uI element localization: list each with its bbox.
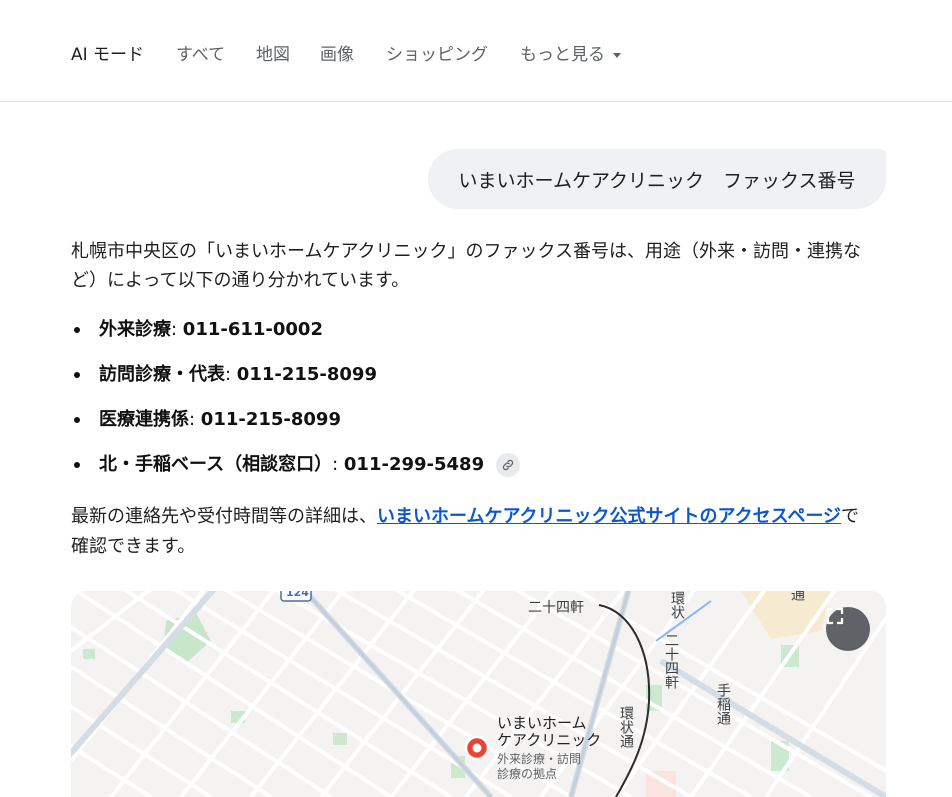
- station-label: 二十四軒: [528, 600, 584, 616]
- park-area: [333, 733, 347, 745]
- tab-all[interactable]: すべて: [176, 40, 225, 65]
- street-label: 手稲通: [715, 683, 731, 725]
- street-label: 環状: [669, 591, 685, 619]
- user-query-bubble: いまいホームケアクリニック ファックス番号: [428, 149, 886, 209]
- answer-outro: 最新の連絡先や受付時間等の詳細は、いまいホームケアクリニック公式サイトのアクセス…: [71, 502, 876, 562]
- fax-label: 医療連携係: [99, 409, 189, 430]
- fax-number: 011-611-0002: [182, 319, 323, 340]
- map-pin-icon: [464, 735, 490, 761]
- list-item: 訪問診療・代表: 011-215-8099: [71, 361, 871, 406]
- link-icon: [503, 459, 514, 471]
- caret-down-icon: [613, 52, 621, 58]
- fax-number: 011-215-8099: [200, 409, 341, 430]
- expand-icon: [826, 607, 844, 625]
- fax-separator: :: [171, 319, 183, 340]
- map-canvas[interactable]: [71, 591, 886, 797]
- park-area: [83, 649, 95, 659]
- fax-separator: :: [189, 409, 201, 430]
- route-badge-label: 124: [286, 591, 309, 599]
- clinic-map-label[interactable]: いまいホーム ケアクリニック: [497, 715, 601, 749]
- fax-label: 北・手稲ベース（相談窓口）: [99, 454, 333, 475]
- street-label: 通: [789, 591, 805, 601]
- list-item: 医療連携係: 011-215-8099: [71, 406, 871, 451]
- fax-label: 訪問診療・代表: [99, 364, 225, 385]
- fax-separator: :: [225, 364, 237, 385]
- tab-more[interactable]: もっと見る: [520, 40, 621, 65]
- list-item: 外来診療: 011-611-0002: [71, 316, 871, 361]
- fax-number: 011-215-8099: [236, 364, 377, 385]
- street-label: 環状通: [618, 706, 634, 748]
- expand-map-button[interactable]: [826, 607, 870, 651]
- search-tabs-bar: AI モード すべて 地図 画像 ショッピング もっと見る: [0, 0, 952, 102]
- street-label: 二十四軒: [663, 633, 679, 689]
- tab-maps[interactable]: 地図: [256, 40, 290, 65]
- fax-number: 011-299-5489: [343, 454, 485, 475]
- map-panel[interactable]: 124 二十四軒 二十四軒 手稲通 環状通 環状 通 いまいホーム ケアクリニッ…: [71, 591, 886, 797]
- tab-images[interactable]: 画像: [320, 40, 354, 65]
- list-item: 北・手稲ベース（相談窓口）: 011-299-5489: [71, 451, 871, 496]
- source-link-button[interactable]: [496, 453, 521, 477]
- fax-separator: :: [332, 454, 344, 475]
- tab-shopping[interactable]: ショッピング: [386, 40, 488, 65]
- tab-ai-mode[interactable]: AI モード: [71, 40, 144, 65]
- fax-label: 外来診療: [99, 319, 171, 340]
- outro-text-before: 最新の連絡先や受付時間等の詳細は、: [71, 506, 377, 527]
- tab-more-label: もっと見る: [520, 45, 605, 65]
- clinic-map-sublabel: 外来診療・訪問 診療の拠点: [497, 752, 582, 781]
- answer-intro: 札幌市中央区の「いまいホームケアクリニック」のファックス番号は、用途（外来・訪問…: [71, 241, 862, 291]
- fax-number-list: 外来診療: 011-611-0002 訪問診療・代表: 011-215-8099…: [71, 316, 871, 496]
- official-site-access-link[interactable]: いまいホームケアクリニック公式サイトのアクセスページ: [377, 506, 841, 527]
